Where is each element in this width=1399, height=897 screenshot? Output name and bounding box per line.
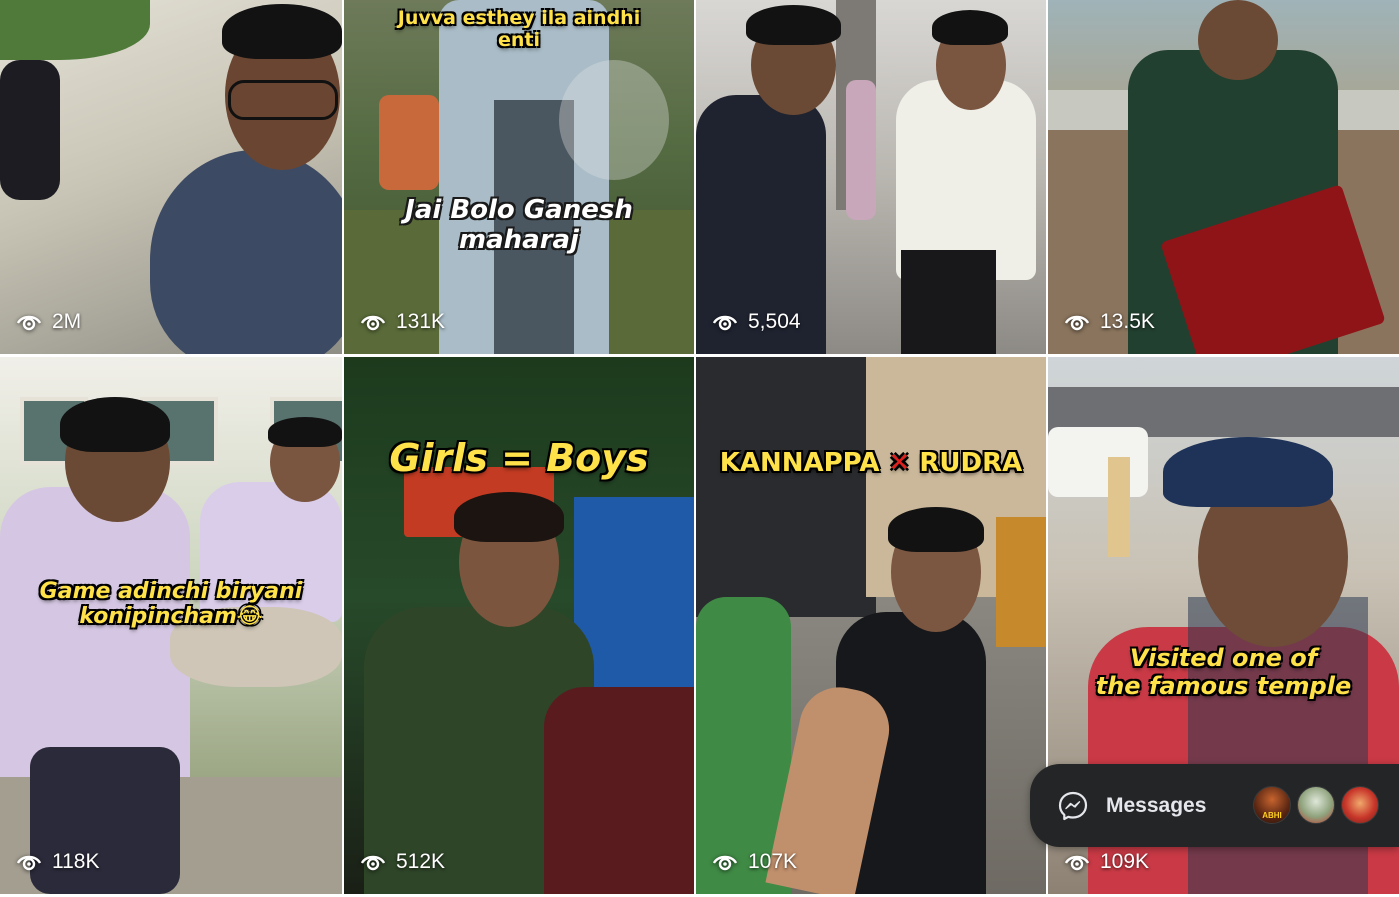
eye-icon <box>360 855 386 871</box>
reel-thumbnail <box>1048 0 1399 354</box>
view-count: 512K <box>360 850 445 874</box>
reel-tile[interactable]: 13.5K <box>1048 0 1399 354</box>
eye-icon <box>16 315 42 331</box>
messages-label: Messages <box>1106 793 1207 817</box>
caption-line: Jai Bolo Ganesh <box>405 195 633 225</box>
eye-icon <box>1064 315 1090 331</box>
caption-part: RUDRA <box>919 448 1023 478</box>
view-count-text: 109K <box>1100 850 1150 873</box>
reel-thumbnail <box>696 0 1046 354</box>
caption: Girls = Boys <box>344 436 694 481</box>
caption: Game adinchi biryani konipincham😂 <box>0 579 342 630</box>
caption-line: Game adinchi biryani <box>39 579 303 604</box>
eye-icon <box>16 855 42 871</box>
messenger-icon <box>1056 789 1090 823</box>
reel-tile[interactable]: 2M <box>0 0 342 354</box>
reel-tile[interactable]: Game adinchi biryani konipincham😂 118K <box>0 357 342 894</box>
caption: KANNAPPA ✕ RUDRA <box>696 448 1046 479</box>
reel-thumbnail <box>696 357 1046 894</box>
eye-icon <box>712 315 738 331</box>
view-count: 118K <box>16 850 100 874</box>
caption-line: Girls = Boys <box>389 436 649 480</box>
caption-line: Visited one of <box>1129 644 1318 672</box>
reels-grid: 2M Juvva esthey ila aindhi enti Jai Bolo… <box>0 0 1399 897</box>
view-count-text: 131K <box>396 310 446 333</box>
caption-line: maharaj <box>459 224 579 255</box>
caption-line: the famous temple <box>1095 671 1352 700</box>
eye-icon <box>1064 855 1090 871</box>
view-count: 13.5K <box>1064 310 1155 334</box>
cross-icon: ✕ <box>888 448 911 478</box>
avatar[interactable]: ABHI <box>1253 786 1291 824</box>
view-count-text: 118K <box>52 850 100 873</box>
view-count: 131K <box>360 310 445 334</box>
messages-bar[interactable]: Messages ABHI <box>1030 764 1399 847</box>
caption-line: enti <box>497 28 540 51</box>
avatar[interactable] <box>1297 786 1335 824</box>
view-count-text: 13.5K <box>1100 310 1155 333</box>
caption-line: konipincham😂 <box>79 604 263 630</box>
caption-line: Juvva esthey ila aindhi <box>397 7 641 29</box>
caption: Jai Bolo Ganesh maharaj <box>344 195 694 256</box>
eye-icon <box>360 315 386 331</box>
eye-icon <box>712 855 738 871</box>
reel-tile[interactable]: Juvva esthey ila aindhi enti Jai Bolo Ga… <box>344 0 694 354</box>
caption: Visited one of the famous temple <box>1048 644 1399 700</box>
view-count: 109K <box>1064 850 1149 874</box>
view-count-text: 2M <box>52 310 82 333</box>
view-count-text: 512K <box>396 850 446 873</box>
view-count: 107K <box>712 850 797 874</box>
caption-part: KANNAPPA <box>719 448 880 478</box>
view-count: 5,504 <box>712 310 801 334</box>
avatar[interactable] <box>1341 786 1379 824</box>
reel-thumbnail <box>0 0 342 354</box>
view-count-text: 5,504 <box>748 310 801 333</box>
reel-thumbnail <box>344 0 694 354</box>
caption-top: Juvva esthey ila aindhi enti <box>344 7 694 52</box>
view-count: 2M <box>16 310 81 334</box>
reel-tile[interactable]: KANNAPPA ✕ RUDRA 107K <box>696 357 1046 894</box>
reel-tile[interactable]: Girls = Boys 512K <box>344 357 694 894</box>
view-count-text: 107K <box>748 850 798 873</box>
avatar-stack: ABHI <box>1253 786 1379 824</box>
avatar-caption: ABHI <box>1262 811 1282 820</box>
reel-tile[interactable]: 5,504 <box>696 0 1046 354</box>
